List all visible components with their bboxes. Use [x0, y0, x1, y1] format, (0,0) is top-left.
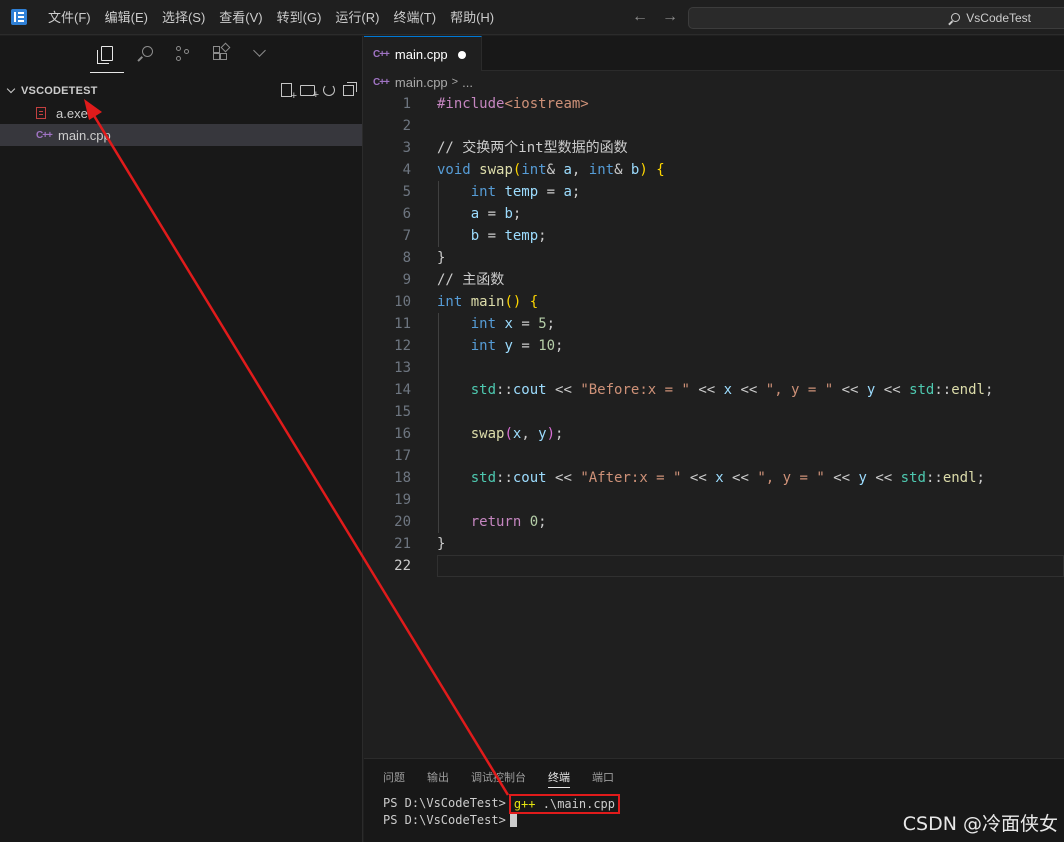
- cpp-file-icon: C++: [373, 48, 390, 60]
- code-line: 13: [394, 360, 411, 376]
- code-line: 20 return 0;: [394, 514, 547, 530]
- chevron-down-icon: [6, 84, 16, 94]
- breadcrumb-rest[interactable]: ...: [462, 75, 473, 90]
- unsaved-dot-icon[interactable]: [458, 51, 466, 59]
- tab-ports[interactable]: 端口: [592, 759, 614, 794]
- code-line: 5 int temp = a;: [402, 184, 581, 200]
- explorer-actions: [281, 82, 357, 101]
- tab-terminal[interactable]: 终端: [548, 759, 570, 794]
- menu-go[interactable]: 转到(G): [270, 0, 329, 35]
- code-line: 1 #include<iostream>: [402, 96, 589, 112]
- menu-help[interactable]: 帮助(H): [443, 0, 501, 35]
- breadcrumb-file[interactable]: main.cpp: [395, 75, 448, 90]
- nav-arrows: ← →: [632, 8, 678, 26]
- activity-bar: [0, 36, 362, 73]
- terminal-prompt: PS D:\VsCodeTest>: [383, 796, 506, 810]
- watermark: CSDN @冷面侠女: [902, 813, 1058, 835]
- editor-tabs: C++ main.cpp: [364, 36, 1064, 71]
- tab-problems[interactable]: 问题: [383, 759, 405, 794]
- sidebar: VSCODETEST a.exe C++ main.cpp: [0, 36, 363, 842]
- collapse-all-icon[interactable]: [343, 82, 357, 96]
- code-line: 7 b = temp;: [402, 228, 547, 244]
- breadcrumb-separator: >: [451, 76, 459, 88]
- title-bar: 文件(F) 编辑(E) 选择(S) 查看(V) 转到(G) 运行(R) 终端(T…: [0, 0, 1064, 35]
- code-line: 9// 主函数: [402, 272, 505, 288]
- code-line: 21}: [394, 536, 446, 552]
- terminal[interactable]: PS D:\VsCodeTest> g++ .\main.cpp PS D:\V…: [383, 793, 620, 829]
- menu-terminal[interactable]: 终端(T): [386, 0, 443, 35]
- menu-view[interactable]: 查看(V): [212, 0, 269, 35]
- search-label: VsCodeTest: [966, 11, 1031, 25]
- forward-arrow-icon[interactable]: →: [662, 8, 678, 26]
- file-name: a.exe: [56, 105, 88, 121]
- panel-tabs: 问题 输出 调试控制台 终端 端口: [364, 759, 1064, 794]
- code-line: 4 void swap(int& a, int& b) {: [402, 162, 665, 178]
- file-name: main.cpp: [58, 127, 111, 143]
- code-line: 12 int y = 10;: [394, 338, 564, 354]
- exe-file-icon: [36, 107, 46, 119]
- menu-file[interactable]: 文件(F): [41, 0, 98, 35]
- menu-bar: 文件(F) 编辑(E) 选择(S) 查看(V) 转到(G) 运行(R) 终端(T…: [41, 0, 501, 35]
- cpp-file-icon: C++: [36, 129, 53, 141]
- tab-debug-console[interactable]: 调试控制台: [471, 759, 526, 794]
- code-line: 18 std::cout << "After:x = " << x << ", …: [394, 470, 985, 486]
- code-line: 2: [402, 118, 411, 134]
- code-editor[interactable]: 1 #include<iostream> 2 3// 交换两个int型数据的函数 …: [364, 93, 1064, 577]
- code-line: 10 int main() {: [394, 294, 539, 310]
- file-item-main-cpp[interactable]: C++ main.cpp: [0, 124, 362, 146]
- terminal-prompt: PS D:\VsCodeTest>: [383, 813, 506, 827]
- source-control-icon[interactable]: [172, 43, 194, 65]
- code-line: 16 swap(x, y);: [394, 426, 564, 442]
- code-line: 19: [394, 492, 411, 508]
- code-line: 11 int x = 5;: [394, 316, 556, 332]
- code-line: 8}: [402, 250, 446, 266]
- code-line: 3// 交换两个int型数据的函数: [402, 140, 628, 156]
- terminal-cursor: [509, 814, 517, 827]
- refresh-icon[interactable]: [323, 84, 335, 96]
- chevron-down-icon[interactable]: [248, 43, 270, 65]
- search-icon: [951, 12, 961, 22]
- terminal-line: PS D:\VsCodeTest>: [383, 812, 620, 829]
- menu-edit[interactable]: 编辑(E): [98, 0, 155, 35]
- breadcrumb: C++ main.cpp > ...: [364, 71, 1064, 93]
- terminal-line: PS D:\VsCodeTest> g++ .\main.cpp: [383, 793, 620, 814]
- vscode-logo-icon: [11, 9, 27, 25]
- code-line: 17: [394, 448, 411, 464]
- file-item-a-exe[interactable]: a.exe: [0, 102, 362, 124]
- highlighted-command: g++ .\main.cpp: [508, 793, 620, 814]
- back-arrow-icon[interactable]: ←: [632, 8, 648, 26]
- tab-output[interactable]: 输出: [427, 759, 449, 794]
- editor-area: C++ main.cpp C++ main.cpp > ... 1 #includ…: [364, 36, 1064, 758]
- tab-label: main.cpp: [394, 46, 448, 62]
- explorer-folder-header[interactable]: VSCODETEST: [0, 80, 362, 102]
- explorer-icon[interactable]: [90, 43, 124, 73]
- cpp-file-icon: C++: [373, 76, 390, 88]
- command-center-search[interactable]: VsCodeTest: [688, 7, 1064, 29]
- code-line: 15: [394, 404, 411, 420]
- code-line: 14 std::cout << "Before:x = " << x << ",…: [394, 382, 994, 398]
- search-view-icon[interactable]: [134, 43, 156, 65]
- new-folder-icon[interactable]: [300, 85, 319, 100]
- explorer-folder-title: VSCODETEST: [21, 85, 98, 97]
- code-line: 6 a = b;: [402, 206, 522, 222]
- menu-run[interactable]: 运行(R): [328, 0, 386, 35]
- menu-selection[interactable]: 选择(S): [155, 0, 212, 35]
- new-file-icon[interactable]: [281, 83, 297, 101]
- code-line-current: 22: [364, 555, 1064, 577]
- extensions-icon[interactable]: [210, 42, 232, 65]
- tab-main-cpp[interactable]: C++ main.cpp: [364, 36, 482, 71]
